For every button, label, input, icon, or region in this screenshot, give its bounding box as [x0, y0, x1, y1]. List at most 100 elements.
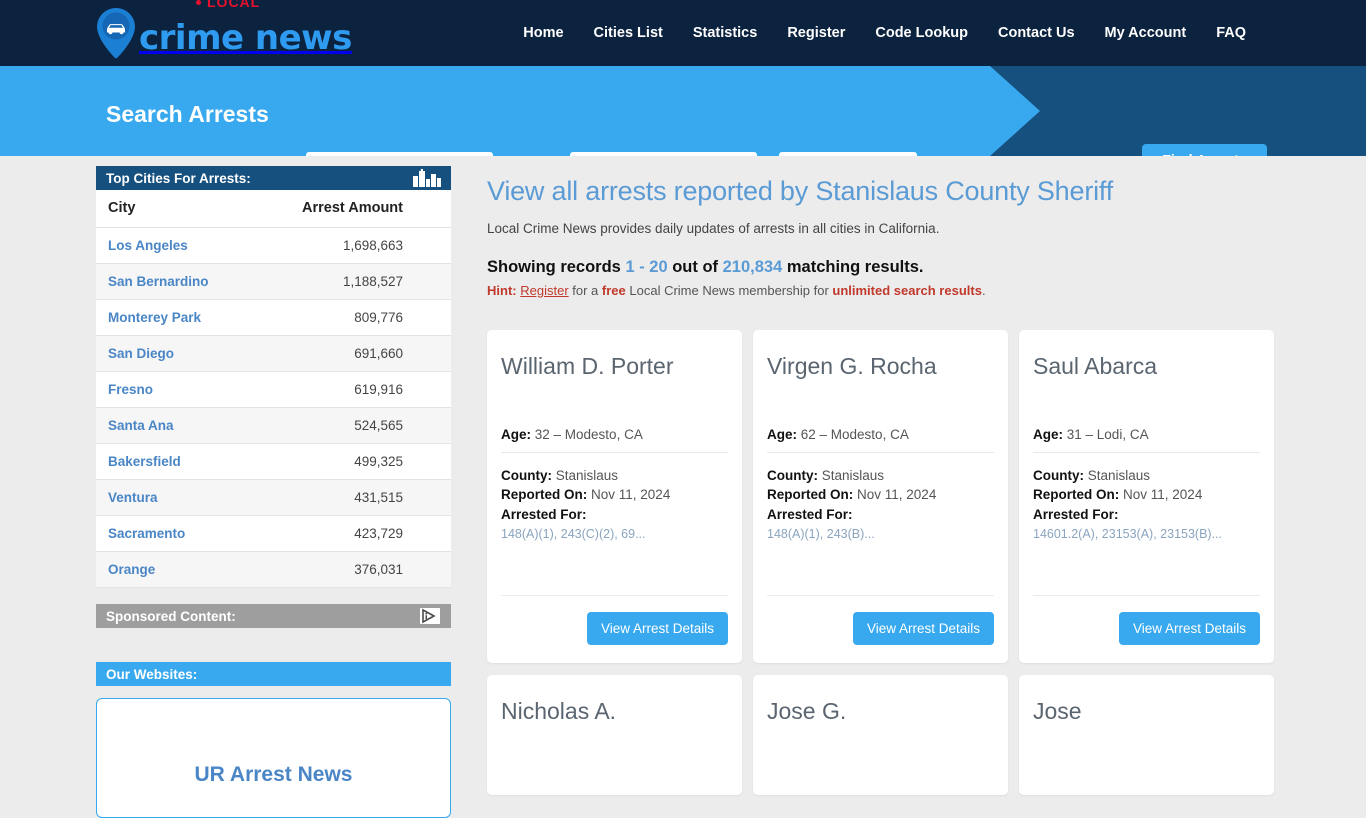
page-subtitle: Local Crime News provides daily updates …: [487, 221, 940, 236]
arrest-amount-value: 1,188,527: [250, 263, 451, 300]
charges-value[interactable]: 148(A)(1), 243(C)(2), 69...: [501, 525, 728, 543]
adchoices-icon[interactable]: [419, 607, 441, 625]
charges-value[interactable]: 148(A)(1), 243(B)...: [767, 525, 994, 543]
register-link[interactable]: Register: [520, 283, 568, 298]
top-cities-header-label: Top Cities For Arrests:: [106, 170, 251, 186]
arrest-amount-value: 691,660: [250, 335, 451, 372]
find-arrests-button[interactable]: Find Arrests: [1142, 144, 1267, 156]
arrest-amount-value: 1,698,663: [250, 227, 451, 264]
city-link-santa-ana[interactable]: Santa Ana: [108, 418, 174, 433]
arrest-amount-value: 423,729: [250, 515, 451, 552]
sponsored-content-label: Sponsored Content:: [106, 608, 236, 624]
arrest-meta: County: Stanislaus Reported On: Nov 11, …: [1033, 466, 1260, 543]
search-arrests-title: Search Arrests: [106, 101, 269, 127]
table-row[interactable]: Fresno 619,916: [96, 371, 451, 408]
arrestee-name: Saul Abarca: [1033, 353, 1158, 379]
city-link-sacramento[interactable]: Sacramento: [108, 526, 185, 541]
left-sidebar: Top Cities For Arrests: City Arrest Amou…: [96, 166, 451, 818]
main-nav-links: Home Cities List Statistics Register Cod…: [523, 0, 1246, 66]
city-link-monterey-park[interactable]: Monterey Park: [108, 310, 201, 325]
arrested-for-row: Arrested For:: [501, 505, 728, 524]
table-row[interactable]: San Bernardino 1,188,527: [96, 263, 451, 300]
table-row[interactable]: Sacramento 423,729: [96, 515, 451, 552]
arrest-card[interactable]: Jose G.: [753, 675, 1008, 795]
arrestee-name: William D. Porter: [501, 353, 674, 379]
arrested-for-label: Arrested For:: [1033, 506, 1119, 522]
charges-value[interactable]: 14601.2(A), 23153(A), 23153(B)...: [1033, 525, 1260, 543]
city-link-san-diego[interactable]: San Diego: [108, 346, 174, 361]
map-pin-car-icon: [95, 7, 137, 59]
city-link-san-bernardino[interactable]: San Bernardino: [108, 274, 209, 289]
reported-on-label: Reported On:: [1033, 487, 1120, 503]
arrest-amount-value: 376,031: [250, 551, 451, 588]
age-label: Age:: [767, 427, 797, 442]
arrestee-name: Virgen G. Rocha: [767, 353, 937, 379]
showing-suffix: matching results.: [782, 258, 924, 276]
nav-item-faq[interactable]: FAQ: [1216, 25, 1246, 41]
membership-hint-line: Hint: Register for a free Local Crime Ne…: [487, 283, 1287, 298]
table-row[interactable]: Ventura 431,515: [96, 479, 451, 516]
first-name-input[interactable]: [306, 152, 493, 156]
county-row: County: Stanislaus: [1033, 466, 1260, 485]
age-label: Age:: [501, 427, 531, 442]
website-promo-card[interactable]: UR Arrest News: [96, 698, 451, 818]
page-title: View all arrests reported by Stanislaus …: [487, 176, 1114, 206]
search-arrests-bar: Search Arrests OR Only one field is requ…: [0, 66, 1366, 156]
arrest-amount-value: 619,916: [250, 371, 451, 408]
city-link-los-angeles[interactable]: Los Angeles: [108, 238, 188, 253]
arrested-for-label: Arrested For:: [501, 506, 587, 522]
table-row[interactable]: Bakersfield 499,325: [96, 443, 451, 480]
city-link-ventura[interactable]: Ventura: [108, 490, 158, 505]
brand-main-text: crime news: [139, 18, 352, 58]
arrestee-age-location: Age: 31 – Lodi, CA: [1033, 427, 1260, 453]
city-link-bakersfield[interactable]: Bakersfield: [108, 454, 181, 469]
sponsored-content-header: Sponsored Content:: [96, 604, 451, 628]
our-websites-header: Our Websites:: [96, 662, 451, 686]
table-row[interactable]: San Diego 691,660: [96, 335, 451, 372]
arrest-amount-value: 524,565: [250, 407, 451, 444]
view-arrest-details-button[interactable]: View Arrest Details: [852, 612, 994, 645]
table-row[interactable]: Orange 376,031: [96, 551, 451, 588]
hint-label: Hint:: [487, 283, 517, 298]
age-value: 32 – Modesto, CA: [534, 427, 643, 442]
arrest-amount-value: 431,515: [250, 479, 451, 516]
arrest-card[interactable]: Nicholas A.: [487, 675, 742, 795]
arrestee-name: Jose G.: [767, 698, 847, 724]
site-logo[interactable]: LOCAL crime news: [95, 0, 352, 62]
arrest-card[interactable]: Saul Abarca Age: 31 – Lodi, CA County: S…: [1019, 330, 1274, 663]
arrest-card[interactable]: Jose: [1019, 675, 1274, 795]
hint-mid2: Local Crime News membership for: [625, 283, 833, 298]
showing-range: 1 - 20: [625, 258, 668, 276]
view-arrest-details-button[interactable]: View Arrest Details: [1118, 612, 1260, 645]
nav-item-home[interactable]: Home: [523, 25, 563, 41]
nav-item-code-lookup[interactable]: Code Lookup: [875, 25, 968, 41]
showing-prefix: Showing records: [487, 258, 626, 276]
reported-on-row: Reported On: Nov 11, 2024: [767, 485, 994, 504]
reported-on-value: Nov 11, 2024: [1123, 487, 1203, 503]
table-row[interactable]: Monterey Park 809,776: [96, 299, 451, 336]
city-link-orange[interactable]: Orange: [108, 562, 155, 577]
table-row[interactable]: Santa Ana 524,565: [96, 407, 451, 444]
nav-item-cities-list[interactable]: Cities List: [594, 25, 663, 41]
view-arrest-details-button[interactable]: View Arrest Details: [586, 612, 728, 645]
table-row[interactable]: Los Angeles 1,698,663: [96, 227, 451, 264]
nav-item-statistics[interactable]: Statistics: [693, 25, 757, 41]
nav-item-contact-us[interactable]: Contact Us: [998, 25, 1075, 41]
last-name-input[interactable]: [570, 152, 757, 156]
city-link-fresno[interactable]: Fresno: [108, 382, 153, 397]
hint-end: .: [981, 283, 986, 298]
nav-item-my-account[interactable]: My Account: [1105, 25, 1187, 41]
brand-wordmark: LOCAL crime news: [139, 0, 352, 58]
city-skyline-icon: [413, 169, 441, 187]
top-cities-panel-header: Top Cities For Arrests:: [96, 166, 451, 190]
county-row: County: Stanislaus: [767, 466, 994, 485]
arrest-card[interactable]: Virgen G. Rocha Age: 62 – Modesto, CA Co…: [753, 330, 1008, 663]
results-count-line: Showing records 1 - 20 out of 210,834 ma…: [487, 258, 1287, 277]
arrest-cards-grid: William D. Porter Age: 32 – Modesto, CA …: [487, 330, 1287, 795]
arrest-card[interactable]: William D. Porter Age: 32 – Modesto, CA …: [487, 330, 742, 663]
brand-local-text: LOCAL: [207, 0, 261, 10]
arrest-meta: County: Stanislaus Reported On: Nov 11, …: [767, 466, 994, 543]
city-input[interactable]: [779, 152, 917, 156]
county-label: County:: [1033, 468, 1084, 483]
nav-item-register[interactable]: Register: [787, 25, 845, 41]
